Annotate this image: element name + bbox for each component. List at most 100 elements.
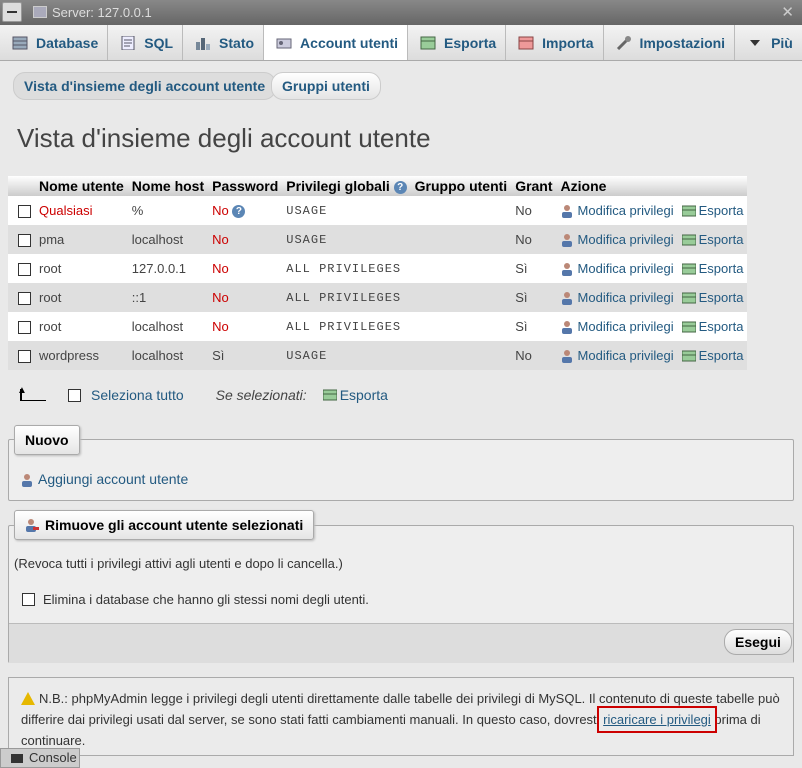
header-global-privileges: Privilegi globali ? [282, 176, 411, 196]
table-header-row: Nome utente Nome host Password Privilegi… [8, 176, 748, 196]
edit-privileges-icon [561, 234, 572, 248]
database-icon [12, 36, 28, 49]
edit-privileges-link[interactable]: Modifica privilegi [578, 203, 674, 218]
export-link[interactable]: Esporta [699, 348, 744, 363]
cell-password: No [208, 283, 283, 312]
select-all-checkbox[interactable] [68, 388, 81, 402]
add-user-link[interactable]: Aggiungi account utente [38, 471, 188, 487]
row-checkbox[interactable] [18, 263, 31, 277]
table-row: root::1 No ALL PRIVILEGES Sì Modifica privil… [8, 283, 748, 312]
password-value: No [212, 202, 229, 218]
tab-label: Importa [542, 34, 594, 51]
drop-db-label[interactable]: Elimina i database che hanno gli stessi … [43, 592, 369, 607]
row-checkbox[interactable] [18, 292, 31, 306]
bulk-export-link[interactable]: Esporta [340, 387, 388, 403]
export-icon [420, 36, 436, 49]
select-all-link[interactable]: Seleziona tutto [91, 387, 184, 403]
header-hostname[interactable]: Nome host [127, 176, 209, 196]
row-checkbox[interactable] [18, 234, 31, 248]
header-checkbox-column [8, 176, 35, 196]
chevron-down-icon [750, 39, 761, 46]
export-link[interactable]: Esporta [699, 203, 744, 218]
go-button[interactable]: Esegui [724, 629, 792, 655]
export-link[interactable]: Esporta [699, 261, 744, 276]
table-row: root 127.0.0.1 No ALL PRIVILEGES Sì Modifica … [8, 254, 748, 283]
user-accounts-icon [276, 38, 292, 48]
tab-import[interactable]: Importa [506, 25, 604, 60]
console-toggle[interactable]: Console [0, 748, 80, 768]
row-checkbox-cell [8, 283, 35, 312]
tab-label: Esporta [444, 34, 497, 51]
tab-database[interactable]: Database [0, 25, 109, 60]
collapse-navigation-icon[interactable] [2, 2, 22, 22]
export-link[interactable]: Esporta [699, 319, 744, 334]
edit-privileges-link[interactable]: Modifica privilegi [578, 261, 674, 276]
arrow-up-icon: ▲ [17, 385, 48, 403]
close-icon[interactable]: ✕ [781, 3, 794, 21]
wrench-icon [616, 35, 631, 50]
cell-username: root [35, 283, 128, 312]
export-icon [681, 205, 696, 217]
row-checkbox-cell [8, 254, 35, 283]
export-link[interactable]: Esporta [699, 290, 744, 305]
row-checkbox[interactable] [18, 205, 31, 219]
cell-grant: Sì [511, 283, 557, 312]
export-icon [681, 263, 696, 275]
cell-grant: No [511, 225, 557, 254]
edit-privileges-icon [561, 263, 572, 277]
remove-user-icon [26, 519, 39, 532]
server-title[interactable]: Server: 127.0.0.1 [52, 5, 152, 20]
cell-edit-action: Modifica privilegi [556, 254, 678, 283]
header-grant: Grant [511, 176, 557, 196]
edit-privileges-link[interactable]: Modifica privilegi [578, 348, 674, 363]
header-password[interactable]: Password [208, 176, 283, 196]
reload-privileges-link[interactable]: ricaricare i privilegi [597, 706, 717, 733]
new-user-section: Aggiungi account utente [8, 439, 794, 501]
cell-hostname: 127.0.0.1 [127, 254, 209, 283]
header-username[interactable]: Nome utente [35, 176, 128, 196]
cell-username: wordpress [35, 341, 128, 370]
tab-more[interactable]: Più [735, 25, 802, 60]
row-checkbox[interactable] [18, 321, 31, 335]
subtab-user-groups[interactable]: Gruppi utenti [271, 72, 381, 100]
cell-hostname: % [127, 196, 209, 225]
row-checkbox-cell [8, 312, 35, 341]
tab-sql[interactable]: SQL [108, 25, 184, 60]
cell-edit-action: Modifica privilegi [556, 312, 678, 341]
add-user-icon [22, 474, 32, 488]
tab-export[interactable]: Esporta [408, 25, 507, 60]
tab-settings[interactable]: Impostazioni [604, 25, 736, 60]
cell-hostname: ::1 [127, 283, 209, 312]
cell-user-group [410, 341, 512, 370]
remove-description: (Revoca tutti i privilegi attivi agli ut… [14, 556, 343, 571]
export-link[interactable]: Esporta [699, 232, 744, 247]
table-row: Qualsiasi% No ? USAGE No Modifica privilegi E… [8, 196, 748, 225]
row-checkbox[interactable] [18, 350, 31, 364]
header-action: Azione [556, 176, 678, 196]
tab-label: Account utenti [300, 34, 399, 51]
cell-password: No [208, 225, 283, 254]
tab-status[interactable]: Stato [183, 25, 265, 60]
help-icon[interactable]: ? [232, 205, 246, 219]
tab-user-accounts[interactable]: Account utenti [264, 25, 409, 60]
edit-privileges-link[interactable]: Modifica privilegi [578, 290, 674, 305]
export-icon [681, 234, 696, 246]
tab-label: Database [36, 34, 99, 51]
console-label: Console [29, 750, 77, 765]
cell-hostname: localhost [127, 312, 209, 341]
privileges-note: N.B.: phpMyAdmin legge i privilegi degli… [8, 677, 794, 756]
edit-privileges-link[interactable]: Modifica privilegi [578, 232, 674, 247]
cell-export-action: Esporta [677, 225, 748, 254]
table-row: wordpress localhost Sì USAGE No Modifica priv… [8, 341, 748, 370]
drop-db-checkbox[interactable] [22, 593, 35, 606]
cell-export-action: Esporta [677, 254, 748, 283]
cell-user-group [410, 254, 512, 283]
page-title: Vista d'insieme degli account utente [17, 123, 431, 153]
cell-edit-action: Modifica privilegi [556, 225, 678, 254]
table-row: pma localhost No USAGE No Modifica privilegi E… [8, 225, 748, 254]
cell-privileges: USAGE [282, 196, 411, 225]
edit-privileges-link[interactable]: Modifica privilegi [578, 319, 674, 334]
cell-password: No ? [208, 196, 283, 225]
subtab-overview[interactable]: Vista d'insieme degli account utente [13, 72, 277, 100]
help-icon[interactable]: ? [393, 180, 407, 194]
